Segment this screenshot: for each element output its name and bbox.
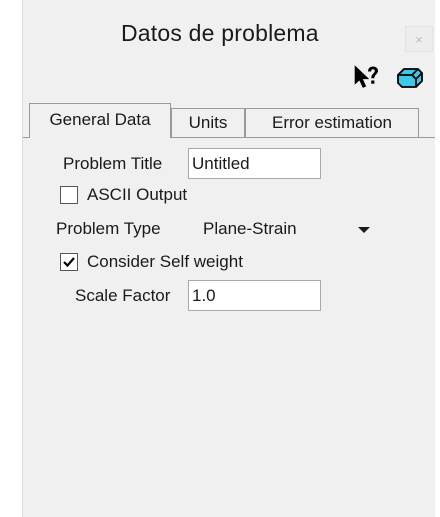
tab-error-estimation[interactable]: Error estimation xyxy=(245,108,419,138)
problem-type-label: Problem Type xyxy=(56,219,161,238)
problem-type-select[interactable]: Plane-Strain xyxy=(203,219,297,239)
problem-title-label: Problem Title xyxy=(63,154,163,173)
scale-factor-label: Scale Factor xyxy=(75,286,171,305)
problem-data-window: Datos de problema × General Data Units E… xyxy=(22,0,435,517)
whats-this-help-button[interactable] xyxy=(351,62,381,92)
chevron-down-icon[interactable] xyxy=(358,227,370,233)
eraser-icon xyxy=(397,68,423,88)
tab-general-data[interactable]: General Data xyxy=(29,103,171,138)
scale-factor-input[interactable]: 1.0 xyxy=(188,280,321,311)
self-weight-label: Consider Self weight xyxy=(87,252,243,271)
eraser-button[interactable] xyxy=(395,62,425,92)
toolbar xyxy=(23,62,435,98)
window-title: Datos de problema xyxy=(121,20,319,46)
whats-this-help-icon xyxy=(354,65,378,88)
ascii-output-label: ASCII Output xyxy=(87,185,188,204)
tab-bar: General Data Units Error estimation xyxy=(23,98,435,138)
tab-units[interactable]: Units xyxy=(171,108,245,138)
title-bar: Datos de problema × xyxy=(23,0,435,62)
close-button[interactable]: × xyxy=(405,26,433,52)
problem-title-input[interactable]: Untitled xyxy=(188,148,321,179)
general-data-panel: Problem Title Untitled ASCII Output Prob… xyxy=(23,138,435,517)
checkmark-icon xyxy=(63,257,75,268)
self-weight-checkbox[interactable] xyxy=(60,253,78,271)
ascii-output-checkbox[interactable] xyxy=(60,186,78,204)
